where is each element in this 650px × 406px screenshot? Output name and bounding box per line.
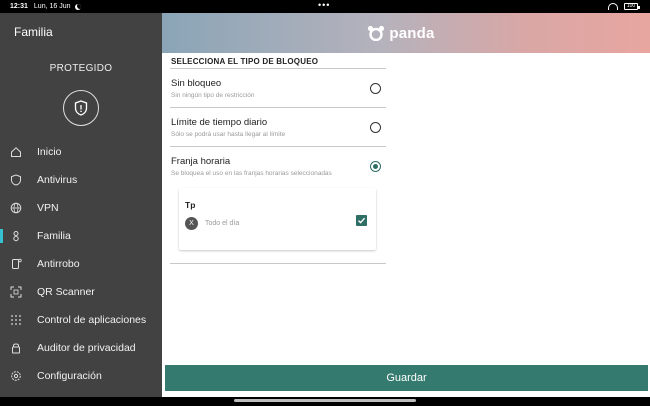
sidebar-item-label: QR Scanner [37,286,95,298]
radio-franja-horaria[interactable] [370,161,381,172]
sidebar-item-auditor-privacidad[interactable]: Auditor de privacidad [0,334,162,362]
schedule-badge: X [185,217,198,230]
battery-icon: 100 [624,3,640,10]
qr-icon [10,286,22,298]
wifi-icon [608,3,618,10]
option-description: Sin ningún tipo de restricción [171,92,255,99]
sidebar-item-label: Auditor de privacidad [37,342,136,354]
panda-logo: panda [367,25,434,42]
sidebar-item-qr-scanner[interactable]: QR Scanner [0,278,162,306]
brand-name: panda [389,24,435,42]
sidebar-item-familia[interactable]: Familia [0,222,162,250]
sidebar-item-antirrobo[interactable]: Antirrobo [0,250,162,278]
protection-shield-icon [63,90,99,126]
status-time: 12:31 [10,3,28,10]
schedule-list: Tp X Todo el día [170,188,386,264]
home-gesture-handle[interactable] [234,399,416,402]
option-description: Se bloquea el uso en las franjas horaria… [171,170,332,177]
brand-banner: panda [162,13,650,53]
section-title: SELECCIONA EL TIPO DE BLOQUEO [170,55,386,69]
sidebar-item-label: Inicio [37,146,62,158]
option-title: Sin bloqueo [171,78,222,89]
sidebar-item-antivirus[interactable]: Antivirus [0,166,162,194]
radio-limite-tiempo[interactable] [370,122,381,133]
option-description: Sólo se podrá usar hasta llegar al límit… [171,131,286,138]
sidebar-item-label: Familia [37,230,71,242]
schedule-card[interactable]: Tp X Todo el día [179,188,376,250]
option-franja-horaria[interactable]: Franja horaria Se bloquea el uso en las … [170,147,386,188]
radio-sin-bloqueo[interactable] [370,83,381,94]
option-sin-bloqueo[interactable]: Sin bloqueo Sin ningún tipo de restricci… [170,69,386,108]
block-type-panel: SELECCIONA EL TIPO DE BLOQUEO Sin bloque… [170,55,386,264]
sidebar-item-control-aplicaciones[interactable]: Control de aplicaciones [0,306,162,334]
phone-icon [10,258,22,270]
sidebar-item-label: Control de aplicaciones [37,314,147,326]
sidebar-item-configuracion[interactable]: Configuración [0,362,162,390]
sidebar-item-inicio[interactable]: Inicio [0,138,162,166]
gear-icon [10,370,22,382]
do-not-disturb-icon [74,3,81,10]
sidebar-title: Familia [14,25,53,39]
sidebar-item-vpn[interactable]: VPN [0,194,162,222]
panda-logo-icon [368,25,385,41]
system-navigation-bar [0,397,650,406]
sidebar-nav: Inicio Antivirus VPN Familia Antirrobo Q… [0,138,162,390]
schedule-name: Tp [185,200,196,210]
protection-status: PROTEGIDO [49,63,113,74]
sidebar: Familia PROTEGIDO Inicio Antivirus VPN F… [0,13,162,397]
grid-icon [10,314,22,326]
option-limite-tiempo[interactable]: Límite de tiempo diario Sólo se podrá us… [170,108,386,147]
lock-icon [10,342,22,354]
home-icon [10,146,22,158]
option-title: Límite de tiempo diario [171,117,268,128]
schedule-checkbox[interactable] [356,215,367,226]
main-content: panda SELECCIONA EL TIPO DE BLOQUEO Sin … [162,13,650,397]
sidebar-item-label: Antivirus [37,174,78,186]
save-button[interactable]: Guardar [165,365,648,391]
check-icon [358,217,366,224]
status-date: Lun, 16 Jun [33,3,71,10]
sidebar-item-label: VPN [37,202,59,214]
status-right: 100 [608,3,640,10]
family-icon [10,230,22,242]
status-bar: 12:31 Lun, 16 Jun ••• 100 [0,0,650,13]
schedule-period: Todo el día [205,220,240,227]
option-title: Franja horaria [171,156,231,167]
shield-icon [10,174,22,186]
globe-icon [10,202,22,214]
more-dots: ••• [318,0,331,10]
sidebar-item-label: Configuración [37,370,102,382]
sidebar-item-label: Antirrobo [37,258,80,270]
